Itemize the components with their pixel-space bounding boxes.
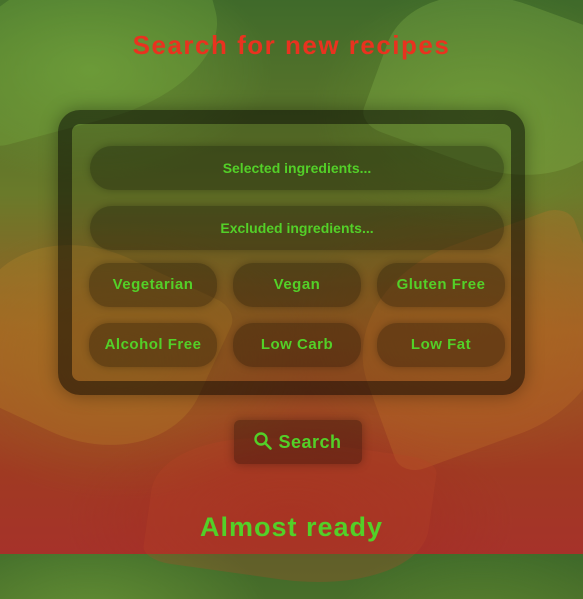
search-button-label: Search — [278, 432, 342, 452]
filter-gluten-free[interactable]: Gluten Free — [377, 263, 505, 307]
filter-low-carb[interactable]: Low Carb — [233, 323, 361, 367]
search-button[interactable]: Search — [234, 420, 362, 464]
status-message: Almost ready — [199, 512, 384, 542]
filter-vegan[interactable]: Vegan — [233, 263, 361, 307]
page-title: Search for new recipes — [132, 30, 451, 60]
filter-vegetarian[interactable]: Vegetarian — [89, 263, 217, 307]
selected-ingredients-input[interactable]: Selected ingredients... — [90, 146, 504, 190]
filter-alcohol-free[interactable]: Alcohol Free — [89, 323, 217, 367]
search-icon — [254, 432, 273, 450]
filter-low-fat[interactable]: Low Fat — [377, 323, 505, 367]
excluded-ingredients-input[interactable]: Excluded ingredients... — [90, 206, 504, 250]
